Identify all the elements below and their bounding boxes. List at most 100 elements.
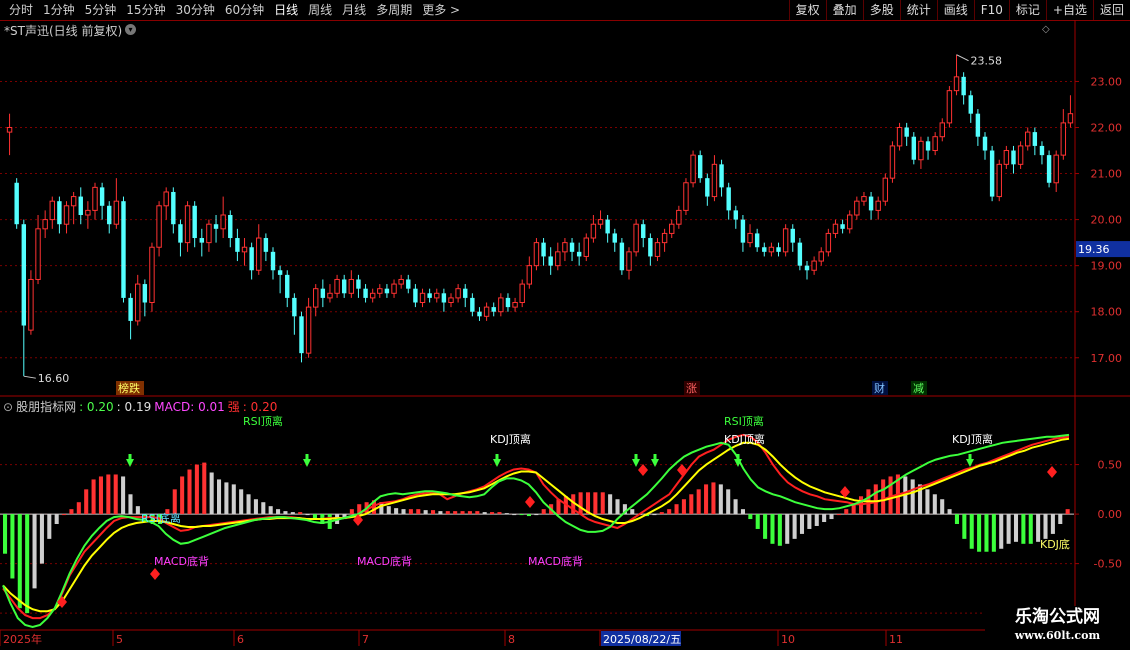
settings-icon[interactable]: ⊙	[3, 400, 13, 414]
indicator-value-2: : 0.19	[116, 400, 152, 414]
candle-body	[882, 177, 889, 202]
candle-body	[398, 278, 404, 285]
candle-body	[861, 196, 867, 202]
macd-bar	[962, 514, 967, 539]
green-arrow-icon	[493, 454, 501, 467]
watermark: 乐淘公式网 www.60lt.com	[985, 606, 1130, 650]
indicator-annotation: MACD底背	[154, 554, 209, 568]
candle-body	[1025, 131, 1031, 147]
event-label: 财	[874, 381, 885, 395]
macd-bar	[84, 489, 89, 515]
indicator-value-1: : 0.20	[79, 400, 114, 414]
macd-bar	[504, 513, 509, 515]
macd-bar	[113, 474, 118, 515]
candle-body	[463, 288, 468, 298]
candle-body	[49, 200, 55, 221]
macd-bar	[1043, 514, 1048, 539]
indicator-tick-label: 0.50	[1098, 459, 1123, 472]
macd-bar	[394, 508, 399, 515]
candle-body	[946, 90, 953, 124]
macd-bar	[659, 512, 664, 515]
macd-bar	[298, 512, 303, 515]
macd-bar	[681, 499, 686, 515]
macd-bar	[172, 489, 177, 515]
macd-bar	[792, 514, 797, 539]
macd-bar	[445, 511, 450, 515]
candle-body	[1003, 150, 1010, 165]
price-tick-label: 19.00	[1091, 260, 1123, 273]
indicator-annotation: RSI顶离	[243, 414, 283, 428]
event-label: 减	[913, 382, 924, 395]
macd-bar	[836, 514, 841, 516]
candle-body	[605, 219, 610, 234]
candle-body	[448, 297, 454, 304]
candle-body	[989, 150, 995, 197]
indicator-annotation: KDJ顶离	[724, 432, 765, 446]
candle-body	[199, 238, 205, 243]
macd-bar	[881, 479, 886, 515]
candle-body	[918, 140, 924, 161]
candle-body	[363, 288, 368, 298]
price-tick-label: 21.00	[1091, 168, 1123, 181]
candle-body	[505, 297, 511, 308]
macd-bar	[991, 514, 996, 552]
candle-body	[78, 196, 83, 215]
candle-body	[633, 223, 639, 253]
macd-bar	[733, 499, 738, 515]
candle-body	[911, 136, 917, 160]
candle-body	[292, 297, 297, 317]
candle-body	[1017, 145, 1024, 165]
macd-bar	[416, 509, 421, 515]
candle-body	[747, 232, 753, 244]
candle-body	[597, 219, 604, 225]
macd-bar	[822, 514, 827, 523]
indicator-annotation: KDJ顶离	[490, 432, 531, 446]
candle-body	[683, 182, 689, 211]
macd-bar	[608, 494, 613, 515]
macd-bar	[726, 489, 731, 515]
candle-body	[811, 260, 817, 271]
candle-body	[641, 224, 646, 239]
candle-body	[939, 122, 945, 138]
date-label: 10	[781, 633, 795, 646]
macd-bar	[194, 464, 199, 515]
candle-body	[548, 256, 553, 266]
candle-body	[512, 302, 518, 308]
indicator-tick-label: -0.50	[1094, 558, 1122, 571]
candle-body	[904, 127, 909, 137]
red-diamond-marker	[1047, 466, 1057, 478]
candle-body	[184, 205, 191, 244]
candle-body	[782, 228, 789, 253]
macd-bar	[224, 482, 229, 515]
macd-bar	[696, 489, 701, 515]
candle-body	[697, 155, 703, 179]
candle-body	[612, 233, 617, 243]
candle-body	[975, 113, 981, 137]
candle-body	[705, 178, 710, 197]
candle-body	[669, 223, 675, 234]
candle-body	[149, 246, 155, 304]
candle-body	[754, 233, 760, 248]
macd-bar	[497, 512, 502, 515]
macd-bar	[261, 502, 266, 515]
indicator-annotation: RSI顶离	[724, 414, 764, 428]
candle-body	[384, 288, 390, 294]
macd-bar	[283, 511, 288, 515]
candle-body	[121, 201, 126, 298]
price-tick-label: 17.00	[1091, 352, 1123, 365]
macd-value: MACD: 0.01	[154, 400, 225, 414]
macd-bar	[512, 514, 517, 516]
candle-body	[648, 238, 653, 257]
macd-bar	[799, 514, 805, 534]
candle-body	[541, 242, 546, 257]
macd-bar	[1021, 514, 1026, 544]
candle-body	[320, 288, 326, 298]
macd-bar	[534, 514, 539, 516]
macd-bar	[290, 512, 295, 515]
macd-bar	[231, 484, 236, 515]
macd-bar	[704, 484, 709, 515]
green-arrow-icon	[126, 454, 134, 467]
candle-body	[35, 228, 41, 280]
candle-body	[341, 279, 347, 294]
indicator-line	[2, 433, 1070, 620]
